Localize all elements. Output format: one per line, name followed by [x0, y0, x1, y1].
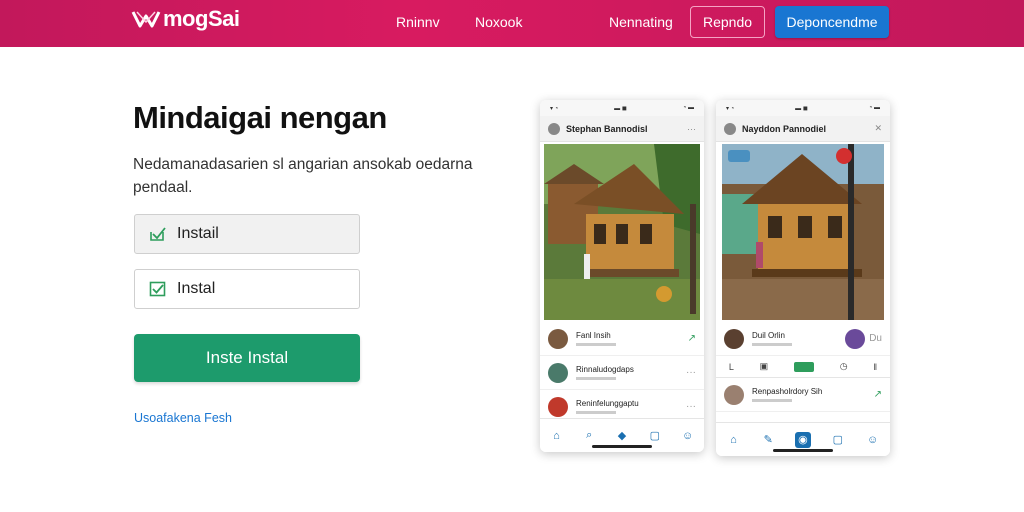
- house-photo: [544, 144, 700, 320]
- home-indicator: [773, 449, 833, 452]
- profile-icon[interactable]: ☺: [865, 432, 881, 448]
- action-bar: L ▣ ◷ ‖: [716, 356, 890, 378]
- home-icon[interactable]: ⌂: [548, 428, 564, 444]
- house-photo: [722, 144, 884, 320]
- list-item-end: Du: [869, 333, 882, 344]
- install-option-1-label: Instail: [177, 225, 219, 242]
- signal-icon: ▾ ◔: [726, 105, 735, 112]
- status-bar: ▾ ◔ ▬ ◼ ◔ ▬: [716, 100, 890, 116]
- avatar: [845, 328, 866, 349]
- hero-description: Nedamanadasarien sl angarian ansokab oed…: [133, 156, 473, 196]
- nav-link-2[interactable]: Noxook: [475, 14, 522, 30]
- signal-icon: ▾ ◔: [550, 105, 559, 112]
- clock-icon[interactable]: ◷: [840, 361, 848, 372]
- close-icon[interactable]: ✕: [874, 123, 882, 134]
- avatar: [724, 384, 744, 405]
- nav-link-1[interactable]: Rninnv: [396, 14, 440, 30]
- list-item[interactable]: Fanl Insih ↗: [540, 322, 704, 356]
- phone-mockup-1: ▾ ◔ ▬ ◼ ◔ ▬ Stephan Bannodisl ··· Fanl I…: [540, 100, 704, 452]
- login-button[interactable]: Repndo: [690, 6, 765, 38]
- secondary-link[interactable]: Usoafakena Fesh: [134, 411, 232, 425]
- more-icon[interactable]: ···: [687, 124, 696, 134]
- compass-icon[interactable]: ◆: [614, 428, 630, 444]
- install-option-1[interactable]: Instail: [134, 214, 360, 254]
- post-author: Nayddon Pannodiel: [742, 123, 827, 134]
- search-icon[interactable]: ⌕: [581, 428, 597, 444]
- profile-icon[interactable]: ☺: [680, 428, 696, 444]
- status-bar: ▾ ◔ ▬ ◼ ◔ ▬: [540, 100, 704, 116]
- avatar: [548, 362, 568, 383]
- install-button[interactable]: Inste Instal: [134, 334, 360, 382]
- post-author: Stephan Bannodisl: [566, 123, 648, 134]
- avatar: [548, 328, 568, 349]
- list-item-name: Renpasholrdory Sih: [752, 387, 823, 396]
- share-icon[interactable]: ↗: [688, 333, 696, 344]
- list-item[interactable]: Rinnaludogdaps ···: [540, 356, 704, 390]
- avatar: [548, 396, 568, 417]
- compose-icon[interactable]: ✎: [760, 432, 776, 448]
- list-item[interactable]: Duil Orlin Du: [716, 322, 890, 356]
- list-item-name: Fanl Insih: [576, 331, 611, 340]
- logo[interactable]: mogSai: [131, 6, 240, 32]
- left-icon[interactable]: L: [729, 362, 734, 372]
- avatar: [548, 122, 560, 135]
- signup-button[interactable]: Deponcendme: [775, 6, 889, 38]
- more-icon[interactable]: ···: [686, 367, 696, 378]
- avatar: [724, 328, 744, 349]
- hero-title: Mindaigai nengan: [133, 100, 387, 135]
- list-item-name: Rinnaludogdaps: [576, 365, 634, 374]
- image-icon[interactable]: ▣: [760, 361, 769, 372]
- camera-icon[interactable]: ◉: [794, 431, 811, 448]
- list-item-name: Duil Orlin: [752, 331, 785, 340]
- nav-link-3[interactable]: Nennating: [609, 14, 673, 30]
- avatar: [724, 122, 736, 135]
- wifi-icon: ◔ ▬: [682, 105, 694, 111]
- list-item[interactable]: Renpasholrdory Sih ↗: [716, 378, 890, 412]
- share-icon[interactable]: ↗: [874, 389, 882, 400]
- install-option-2[interactable]: Instal: [134, 269, 360, 309]
- home-icon[interactable]: ⌂: [725, 432, 741, 448]
- post-header: Stephan Bannodisl ···: [540, 116, 704, 142]
- bookmark-icon[interactable]: ▢: [647, 428, 663, 444]
- check-icon: [150, 227, 166, 241]
- logo-text: mogSai: [163, 6, 240, 31]
- phone-mockup-2: ▾ ◔ ▬ ◼ ◔ ▬ Nayddon Pannodiel ✕ Duil Orl…: [716, 100, 890, 456]
- top-navbar: mogSai Rninnv Noxook Nennating Repndo De…: [0, 0, 1024, 47]
- logo-icon: [131, 11, 161, 28]
- home-indicator: [592, 445, 652, 448]
- more-icon[interactable]: ···: [686, 401, 696, 412]
- list-item-name: Reninfelunggaptu: [576, 399, 639, 408]
- bars-icon[interactable]: ‖: [873, 362, 877, 372]
- post-header: Nayddon Pannodiel ✕: [716, 116, 890, 142]
- wifi-icon: ◔ ▬: [868, 105, 880, 111]
- tag-chip[interactable]: [793, 361, 814, 372]
- battery-icon: ▬ ◼: [795, 105, 808, 112]
- checkbox-icon: [149, 281, 166, 297]
- battery-icon: ▬ ◼: [614, 105, 627, 112]
- install-option-2-label: Instal: [177, 280, 216, 297]
- chat-icon[interactable]: ▢: [830, 432, 846, 448]
